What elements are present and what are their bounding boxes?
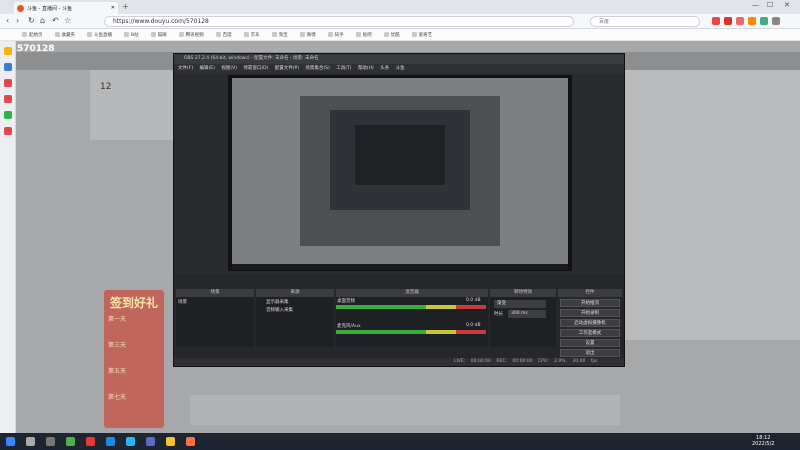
app-icon[interactable] [106, 437, 115, 446]
bookmark-item[interactable]: 淘宝 [272, 32, 288, 38]
mixer-channel-db: 0.0 dB [466, 298, 481, 303]
fav-count: 12 [100, 82, 112, 92]
sidebar-icon[interactable] [4, 95, 12, 103]
clock-date: 2022/5/2 [752, 441, 775, 447]
signin-day: 第一天 [108, 316, 127, 323]
virtual-camera-button[interactable]: 启动虚拟摄像机 [560, 319, 620, 327]
maximize-button[interactable]: ☐ [767, 1, 773, 9]
taskbar-clock: 18:12 2022/5/2 [752, 435, 774, 447]
volume-meter [336, 330, 486, 334]
settings-button[interactable]: 设置 [560, 339, 620, 347]
extension-icon[interactable] [724, 17, 732, 25]
studio-mode-button[interactable]: 工作室模式 [560, 329, 620, 337]
controls-header: 控件 [558, 289, 622, 297]
undo-icon[interactable]: ↶ [52, 17, 59, 25]
search-input[interactable]: 百度 [590, 16, 700, 27]
scenes-header: 场景 [176, 289, 254, 297]
search-icon[interactable] [26, 437, 35, 446]
scenes-list[interactable] [176, 297, 254, 347]
sidebar-icon[interactable] [4, 79, 12, 87]
app-icon[interactable] [166, 437, 175, 446]
extension-icon[interactable] [748, 17, 756, 25]
duration-label: 时长 [494, 312, 503, 317]
bookmark-item[interactable]: 腾讯视频 [179, 32, 204, 38]
tab-close-icon[interactable]: ✕ [111, 5, 115, 11]
refresh-icon[interactable]: ↻ [28, 17, 35, 25]
windows-taskbar [0, 433, 800, 450]
mixer-channel-name: 麦克风/Aux [337, 324, 361, 329]
forward-icon[interactable]: › [16, 17, 19, 25]
new-tab-button[interactable]: + [122, 2, 129, 11]
extension-icon[interactable] [760, 17, 768, 25]
browser-sidebar [0, 41, 16, 433]
source-item[interactable]: 显示器采集 [266, 299, 289, 305]
signin-title: 签到好礼 [109, 296, 158, 310]
bookmark-item[interactable]: 优酷 [384, 32, 400, 38]
preview-nested-screen [355, 125, 445, 185]
chat-panel [622, 70, 800, 340]
chrome-icon[interactable] [86, 437, 95, 446]
app-icon[interactable] [126, 437, 135, 446]
video-toolbar [190, 395, 620, 425]
bookmark-item[interactable]: B站 [124, 32, 139, 38]
room-id: 570128 [17, 44, 55, 54]
sidebar-icon[interactable] [4, 63, 12, 71]
tab-title: 斗鱼 - 直播间 - 斗鱼 [27, 5, 72, 12]
mixer-header: 混音器 [336, 289, 488, 297]
bookmark-item[interactable]: 斗鱼直播 [87, 32, 112, 38]
nav-bar: ‹ › ↻ ⌂ ↶ ☆ https://www.douyu.com/570128… [0, 14, 800, 29]
extension-icon[interactable] [736, 17, 744, 25]
signin-day: 第五天 [108, 368, 127, 375]
sources-header: 来源 [256, 289, 334, 297]
bookmark-item[interactable]: 起始页 [22, 32, 43, 38]
douyu-favicon-icon [17, 4, 24, 12]
signin-day: 第七天 [108, 394, 127, 401]
task-view-icon[interactable] [46, 437, 55, 446]
preview-taskbar [232, 264, 568, 270]
menu-icon[interactable] [772, 17, 780, 25]
app-icon[interactable] [146, 437, 155, 446]
home-icon[interactable]: ⌂ [40, 17, 45, 25]
duration-input[interactable]: 300 ms [508, 310, 546, 318]
scene-item[interactable]: 场景 [178, 299, 187, 305]
bookmark-item[interactable]: 收藏夹 [55, 32, 76, 38]
close-window-button[interactable]: ✕ [784, 1, 790, 9]
mixer-channel-db: 0.0 dB [466, 323, 481, 328]
bookmarks-bar: 起始页 收藏夹 斗鱼直播 B站 猫眼 腾讯视频 百度 京东 淘宝 微博 知乎 贴… [0, 29, 800, 41]
obs-status-bar: LIVE: 00:00:00 REC: 00:00:00 CPU: 2.9%, … [174, 358, 624, 366]
source-item[interactable]: 音频输入采集 [266, 307, 293, 313]
transition-select[interactable]: 渐变 [494, 300, 546, 308]
bookmark-item[interactable]: 知乎 [328, 32, 344, 38]
sidebar-icon[interactable] [4, 111, 12, 119]
tab-bar: 斗鱼 - 直播间 - 斗鱼 ✕ + — ☐ ✕ [0, 0, 800, 14]
bookmark-item[interactable]: 百度 [216, 32, 232, 38]
obs-menu-bar[interactable]: 文件(F) 编辑(E) 视图(V) 停靠窗口(D) 配置文件(P) 场景集合(S… [174, 64, 624, 73]
bookmark-item[interactable]: 贴吧 [356, 32, 372, 38]
start-icon[interactable] [6, 437, 15, 446]
obs-title: OBS 27.2.4 (64-bit, windows) - 配置文件: 未命名… [174, 54, 624, 64]
start-recording-button[interactable]: 开始录制 [560, 309, 620, 317]
sidebar-icon[interactable] [4, 47, 12, 55]
start-streaming-button[interactable]: 开始推流 [560, 299, 620, 307]
app-icon[interactable] [66, 437, 75, 446]
volume-meter [336, 305, 486, 309]
browser-tab[interactable]: 斗鱼 - 直播间 - 斗鱼 ✕ [14, 2, 118, 14]
mixer-channel-name: 桌面音频 [337, 299, 355, 304]
bookmark-item[interactable]: 爱奇艺 [412, 32, 433, 38]
extension-icon[interactable] [712, 17, 720, 25]
bookmark-item[interactable]: 微博 [300, 32, 316, 38]
address-bar[interactable]: https://www.douyu.com/570128 [104, 16, 574, 27]
transitions-header: 转场特效 [490, 289, 556, 297]
signin-day: 第三天 [108, 342, 127, 349]
exit-button[interactable]: 退出 [560, 349, 620, 357]
bookmark-star-icon[interactable]: ☆ [64, 17, 71, 25]
sidebar-icon[interactable] [4, 127, 12, 135]
bookmark-item[interactable]: 猫眼 [151, 32, 167, 38]
bookmark-item[interactable]: 京东 [244, 32, 260, 38]
minimize-button[interactable]: — [752, 1, 759, 9]
obs-taskbar-icon[interactable] [186, 437, 195, 446]
back-icon[interactable]: ‹ [6, 17, 9, 25]
